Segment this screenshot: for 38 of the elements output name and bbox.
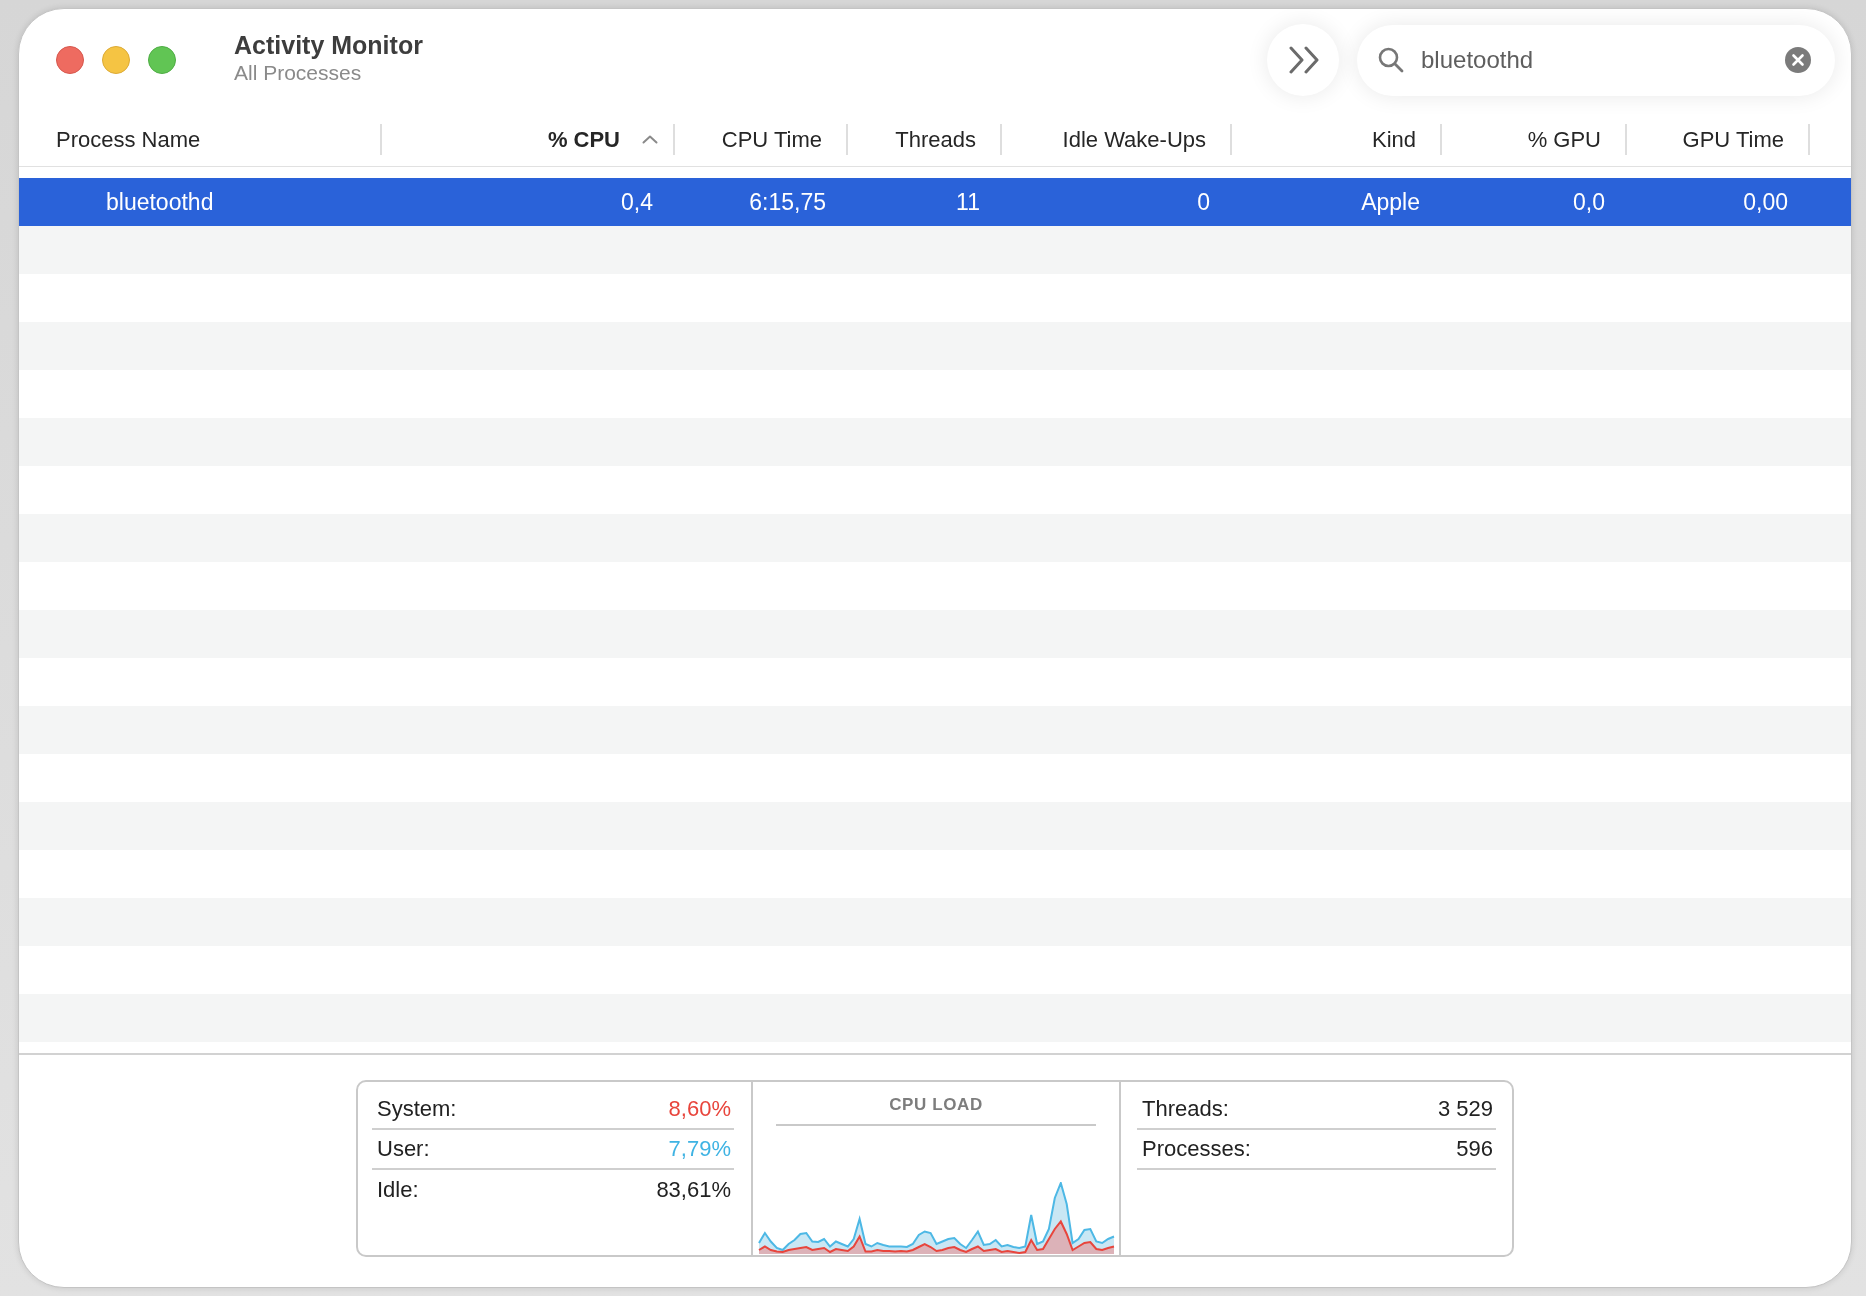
minimize-button[interactable] [102,46,130,74]
column-header[interactable]: Kind [1232,124,1442,155]
column-header[interactable]: % CPU [382,124,675,155]
stat-label: Threads: [1142,1096,1229,1122]
table-cell-text: 6:15,75 [749,189,827,215]
close-button[interactable] [56,46,84,74]
stat-value: 596 [1456,1136,1493,1162]
stat-value: 3 529 [1437,1096,1493,1122]
column-header[interactable]: Process Name [19,124,382,155]
column-header[interactable]: GPU Time [1627,124,1810,155]
window-title: Activity Monitor [234,30,423,60]
column-header[interactable]: % GPU [1442,124,1627,155]
table-cell-text: 0,00 [1743,189,1789,215]
zoom-button[interactable] [148,46,176,74]
column-header[interactable]: CPU Time [675,124,848,155]
window-subtitle: All Processes [234,60,362,86]
stat-label: Idle: [377,1177,419,1203]
table-cell-text: 0,4 [621,189,654,215]
search-field[interactable]: bluetoothd [1357,24,1835,96]
table-cell-text: 0,0 [1573,189,1606,215]
column-header[interactable]: Threads [848,124,1002,155]
table-cell-text: bluetoothd [105,189,214,215]
table-cell-text: Apple [1361,189,1421,215]
search-icon [1378,46,1404,73]
stat-value: 8,60% [668,1096,731,1122]
column-header[interactable]: Idle Wake-Ups [1002,124,1232,155]
chart-title: CPU LOAD [889,1095,983,1115]
table-cell-text: 0 [1197,189,1211,215]
stat-label: System: [377,1096,457,1122]
table-cell-text: 11 [956,189,981,215]
stat-label: User: [377,1136,430,1162]
double-chevron-icon [1289,46,1321,74]
stat-value: 7,79% [668,1136,731,1162]
process-row[interactable]: bluetoothd 0,4 6:15,75 11 0 Apple 0,0 0,00 [19,178,1851,226]
sort-caret-icon [642,135,658,144]
stat-label: Processes: [1142,1136,1251,1162]
stat-value: 83,61% [656,1177,731,1203]
clear-icon[interactable] [1785,46,1811,73]
